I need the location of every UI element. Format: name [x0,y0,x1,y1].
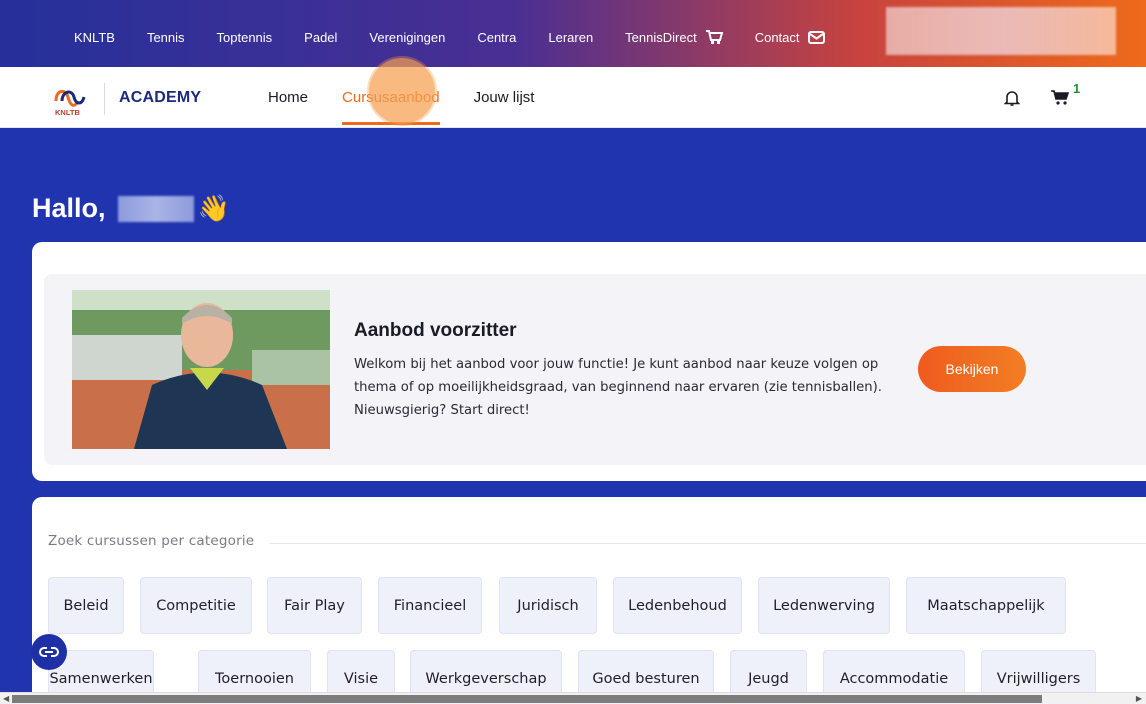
topnav-padel[interactable]: Padel [304,30,337,45]
brand-title[interactable]: ACADEMY [119,89,201,107]
categories-heading: Zoek cursussen per categorie [48,533,255,549]
topnav-centra[interactable]: Centra [477,30,516,45]
user-name-blurred [117,195,194,222]
topnav-tennis[interactable]: Tennis [147,30,185,45]
chairman-photo [72,290,330,449]
topnav-toptennis[interactable]: Toptennis [217,30,273,45]
shopping-cart-icon [705,30,723,44]
logo-text: KNLTB [55,108,80,117]
categories-card: Zoek cursussen per categorie Beleid Comp… [32,497,1146,704]
topnav-label: Leraren [548,29,594,45]
topnav-label: KNLTB [74,29,115,45]
greeting: Hallo, 👋 [32,193,230,224]
topnav-contact[interactable]: Contact [755,30,825,45]
topnav-label: Contact [754,29,800,45]
scroll-thumb[interactable] [12,695,1042,703]
mail-icon [807,30,825,44]
menu-jouw-lijst[interactable]: Jouw lijst [474,89,535,106]
category-chip[interactable]: Ledenbehoud [613,577,742,634]
feature-card: Aanbod voorzitter Welkom bij het aanbod … [32,242,1146,481]
top-nav: KNLTB Tennis Toptennis Padel Vereniginge… [74,29,857,45]
category-chip[interactable]: Juridisch [499,577,597,634]
divider [270,543,1146,544]
feature-description: Welkom bij het aanbod voor jouw functie!… [354,357,882,418]
topnav-tennisdirect[interactable]: TennisDirect [625,29,723,45]
category-chip[interactable]: Beleid [48,577,124,634]
user-account-blurred[interactable] [886,7,1116,55]
bell-icon[interactable] [1004,89,1020,107]
academy-nav: KNLTB ACADEMY Home Cursusaanbod Jouw lij… [0,67,1146,128]
divider [104,83,105,115]
cart-icon[interactable] [1050,89,1070,107]
category-chip[interactable]: Financieel [378,577,482,634]
cart-count-badge: 1 [1073,81,1081,96]
category-chip[interactable]: Fair Play [267,577,362,634]
topnav-label: Toptennis [216,29,273,45]
horizontal-scrollbar[interactable]: ◀ ▶ [0,692,1146,704]
topnav-label: TennisDirect [625,29,697,45]
greeting-text: Hallo, [32,193,106,223]
topnav-knltb[interactable]: KNLTB [74,30,115,45]
link-fab-button[interactable] [31,634,67,670]
topnav-leraren[interactable]: Leraren [548,30,593,45]
scroll-left-icon[interactable]: ◀ [3,694,9,703]
knltb-logo[interactable]: KNLTB [52,83,88,117]
topnav-label: Centra [477,29,517,45]
topnav-verenigingen[interactable]: Verenigingen [369,30,445,45]
category-chip[interactable]: Maatschappelijk [906,577,1066,634]
feature-title: Aanbod voorzitter [354,320,517,341]
topnav-label: Verenigingen [369,29,446,45]
click-indicator [369,58,435,124]
link-icon [39,647,59,657]
top-bar: KNLTB Tennis Toptennis Padel Vereniginge… [0,0,1146,67]
bekijken-button[interactable]: Bekijken [918,346,1026,392]
category-chip[interactable]: Ledenwerving [758,577,890,634]
topnav-label: Padel [304,29,338,45]
waving-hand-icon: 👋 [197,193,230,223]
menu-home[interactable]: Home [268,89,308,106]
scroll-right-icon[interactable]: ▶ [1136,694,1142,703]
topnav-label: Tennis [146,29,185,45]
feature-panel: Aanbod voorzitter Welkom bij het aanbod … [44,274,1146,465]
category-chip[interactable]: Competitie [140,577,252,634]
